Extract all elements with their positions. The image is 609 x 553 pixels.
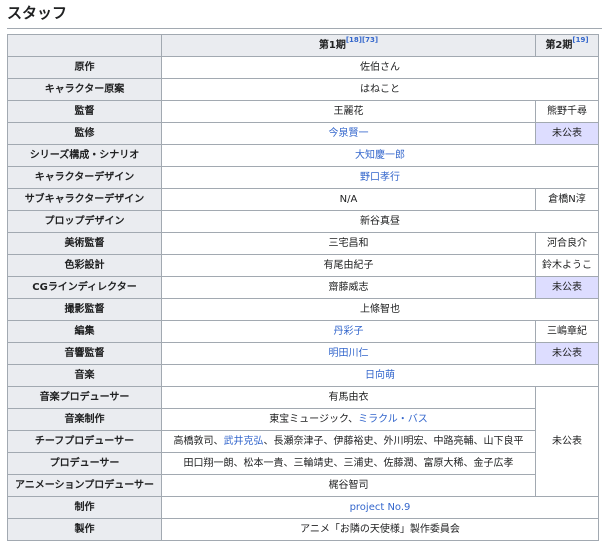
table-row: 音楽プロデューサー 有馬由衣 未公表 bbox=[7, 386, 599, 497]
table-row: サブキャラクターデザイン N/A 倉橋N淳 bbox=[7, 188, 599, 211]
header-season-1-label: 第1期 bbox=[318, 40, 346, 51]
header-season-2: 第2期[19] bbox=[535, 34, 599, 57]
staff-value: 野口孝行 bbox=[161, 166, 599, 189]
staff-table: 第1期[18][73] 第2期[19] 原作 佐伯さん キャラクター原案 はねこ… bbox=[7, 34, 599, 541]
table-row: 色彩設計 有尾由紀子 鈴木ようこ bbox=[7, 254, 599, 277]
role-label: 音響監督 bbox=[7, 342, 162, 365]
staff-value-s1: 三宅昌和 bbox=[161, 232, 536, 255]
table-row: アニメーションプロデューサー 梶谷智司 bbox=[7, 474, 599, 497]
table-row: プロデューサー 田口翔一朗、松本一貴、三輪靖史、三浦史、佐藤潤、富原大稀、金子広… bbox=[7, 452, 599, 475]
table-row: 撮影監督 上條智也 bbox=[7, 298, 599, 321]
staff-value-s1: 今泉賢一 bbox=[161, 122, 536, 145]
role-label: シリーズ構成・シナリオ bbox=[7, 144, 162, 167]
staff-link[interactable]: 大知慶一郎 bbox=[355, 150, 405, 161]
staff-value: project No.9 bbox=[161, 496, 599, 519]
table-row: 音楽制作 東宝ミュージック、ミラクル・バス bbox=[7, 408, 599, 431]
role-label: 制作 bbox=[7, 496, 162, 519]
staff-value-s2: 三嶋章紀 bbox=[535, 320, 599, 343]
section-heading: スタッフ bbox=[7, 4, 68, 22]
table-row: シリーズ構成・シナリオ 大知慶一郎 bbox=[7, 144, 599, 167]
header-season-1-refs[interactable]: [18][73] bbox=[346, 36, 378, 44]
table-row: チーフプロデューサー 高橋敦司、武井克弘、長瀬奈津子、伊藤裕史、外川明宏、中路亮… bbox=[7, 430, 599, 453]
table-row: 原作 佐伯さん bbox=[7, 56, 599, 79]
staff-link[interactable]: 丹彩子 bbox=[334, 326, 364, 337]
staff-text: 東宝ミュージック、 bbox=[269, 414, 359, 425]
role-label: キャラクター原案 bbox=[7, 78, 162, 101]
staff-value: 佐伯さん bbox=[161, 56, 599, 79]
staff-value: 新谷真昼 bbox=[161, 210, 599, 233]
staff-link[interactable]: 日向萌 bbox=[365, 370, 395, 381]
staff-value: 上條智也 bbox=[161, 298, 599, 321]
table-row: 音響監督 明田川仁 未公表 bbox=[7, 342, 599, 365]
table-row: 製作 アニメ「お隣の天使様」製作委員会 bbox=[7, 518, 599, 541]
table-row: 音楽 日向萌 bbox=[7, 364, 599, 387]
role-label: 監修 bbox=[7, 122, 162, 145]
staff-text: 、長瀬奈津子、伊藤裕史、外川明宏、中路亮輔、山下良平 bbox=[263, 436, 524, 447]
role-label: 編集 bbox=[7, 320, 162, 343]
staff-value: 大知慶一郎 bbox=[161, 144, 599, 167]
table-row: 監督 王麗花 熊野千尋 bbox=[7, 100, 599, 123]
staff-value-s2-tbd: 未公表 bbox=[535, 276, 599, 299]
role-label: 音楽 bbox=[7, 364, 162, 387]
staff-link[interactable]: project No.9 bbox=[350, 502, 411, 513]
table-header-row: 第1期[18][73] 第2期[19] bbox=[7, 34, 599, 57]
header-season-2-label: 第2期 bbox=[545, 40, 573, 51]
role-label: CGラインディレクター bbox=[7, 276, 162, 299]
staff-value-s2: 熊野千尋 bbox=[535, 100, 599, 123]
role-label: プロデューサー bbox=[7, 452, 162, 475]
staff-value-s2: 倉橋N淳 bbox=[535, 188, 599, 211]
staff-value-s2: 鈴木ようこ bbox=[535, 254, 599, 277]
staff-value-s1: 有馬由衣 bbox=[161, 386, 536, 409]
staff-link[interactable]: 武井克弘 bbox=[224, 436, 264, 447]
table-row: 編集 丹彩子 三嶋章紀 bbox=[7, 320, 599, 343]
table-row: キャラクター原案 はねこと bbox=[7, 78, 599, 101]
staff-value-s2-tbd-merged: 未公表 bbox=[535, 386, 599, 497]
table-row: キャラクターデザイン 野口孝行 bbox=[7, 166, 599, 189]
role-label: 原作 bbox=[7, 56, 162, 79]
staff-link[interactable]: 明田川仁 bbox=[329, 348, 369, 359]
staff-value-s2: 河合良介 bbox=[535, 232, 599, 255]
table-row: プロップデザイン 新谷真昼 bbox=[7, 210, 599, 233]
staff-link[interactable]: 野口孝行 bbox=[360, 172, 400, 183]
staff-value-s1: 高橋敦司、武井克弘、長瀬奈津子、伊藤裕史、外川明宏、中路亮輔、山下良平 bbox=[161, 430, 536, 453]
staff-value: 日向萌 bbox=[161, 364, 599, 387]
heading-rule bbox=[7, 28, 602, 29]
table-row: 美術監督 三宅昌和 河合良介 bbox=[7, 232, 599, 255]
table-row: CGラインディレクター 齋藤威志 未公表 bbox=[7, 276, 599, 299]
staff-text: 高橋敦司、 bbox=[173, 436, 224, 447]
role-label: キャラクターデザイン bbox=[7, 166, 162, 189]
table-row: 監修 今泉賢一 未公表 bbox=[7, 122, 599, 145]
role-label: 色彩設計 bbox=[7, 254, 162, 277]
staff-value-s1: 丹彩子 bbox=[161, 320, 536, 343]
role-label: 音楽制作 bbox=[7, 408, 162, 431]
header-season-2-refs[interactable]: [19] bbox=[572, 36, 588, 44]
staff-value: アニメ「お隣の天使様」製作委員会 bbox=[161, 518, 599, 541]
staff-value-s1: 王麗花 bbox=[161, 100, 536, 123]
staff-value-s2-tbd: 未公表 bbox=[535, 122, 599, 145]
role-label: 美術監督 bbox=[7, 232, 162, 255]
staff-value: はねこと bbox=[161, 78, 599, 101]
header-season-1: 第1期[18][73] bbox=[161, 34, 536, 57]
staff-link[interactable]: 今泉賢一 bbox=[329, 128, 369, 139]
staff-value-s1: 田口翔一朗、松本一貴、三輪靖史、三浦史、佐藤潤、富原大稀、金子広孝 bbox=[161, 452, 536, 475]
role-label: 製作 bbox=[7, 518, 162, 541]
table-row: 制作 project No.9 bbox=[7, 496, 599, 519]
staff-value-s1: 齋藤威志 bbox=[161, 276, 536, 299]
staff-value-s1: 明田川仁 bbox=[161, 342, 536, 365]
staff-value-s1: 東宝ミュージック、ミラクル・バス bbox=[161, 408, 536, 431]
staff-value-s1: 有尾由紀子 bbox=[161, 254, 536, 277]
role-label: プロップデザイン bbox=[7, 210, 162, 233]
staff-value-s1: 梶谷智司 bbox=[161, 474, 536, 497]
staff-value-s1: N/A bbox=[161, 188, 536, 211]
role-label: 音楽プロデューサー bbox=[7, 386, 162, 409]
role-label: チーフプロデューサー bbox=[7, 430, 162, 453]
header-role bbox=[7, 34, 162, 57]
staff-link[interactable]: ミラクル・バス bbox=[358, 414, 428, 425]
role-label: 撮影監督 bbox=[7, 298, 162, 321]
role-label: アニメーションプロデューサー bbox=[7, 474, 162, 497]
role-label: 監督 bbox=[7, 100, 162, 123]
staff-value-s2-tbd: 未公表 bbox=[535, 342, 599, 365]
role-label: サブキャラクターデザイン bbox=[7, 188, 162, 211]
